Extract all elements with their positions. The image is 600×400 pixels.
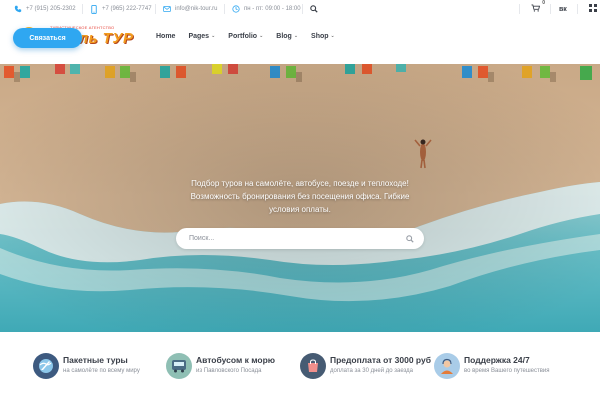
feature-text: Предоплата от 3000 руб доплата за 30 дне… — [330, 353, 431, 374]
divider — [577, 4, 578, 14]
feature-bus-to-sea[interactable]: Автобусом к морю из Павловского Посада — [166, 353, 275, 383]
feature-text: Поддержка 24/7 во время Вашего путешеств… — [464, 353, 550, 374]
feature-subtitle: на самолёте по всему миру — [63, 368, 140, 374]
phone-icon — [14, 5, 22, 13]
topbar-right: 0 вк — [519, 0, 600, 18]
feature-title: Автобусом к морю — [196, 355, 276, 365]
cart-count: 0 — [542, 0, 545, 6]
mobile-icon — [90, 4, 98, 14]
email[interactable]: info@nik-tour.ru — [163, 0, 217, 18]
nav-label: Portfolio — [228, 32, 258, 40]
hero-line-2: Возможность бронирования без посещения о… — [190, 192, 410, 201]
nav-label: Home — [156, 32, 176, 40]
feature-text: Автобусом к морю из Павловского Посада — [196, 353, 275, 374]
chevron-down-icon: ⌄ — [293, 33, 299, 39]
phone-2-text: +7 (965) 222-7747 — [102, 6, 152, 12]
globe-plane-icon — [33, 353, 59, 379]
feature-text: Пакетные туры на самолёте по всему миру — [63, 353, 140, 374]
hero-banner: Подбор туров на самолёте, автобусе, поез… — [0, 64, 600, 332]
hero-search — [176, 228, 424, 249]
feature-title: Пакетные туры — [63, 355, 128, 365]
search-icon — [310, 5, 318, 13]
nav-item-portfolio[interactable]: Portfolio ⌄ — [228, 33, 263, 40]
divider — [519, 4, 520, 14]
chevron-down-icon: ⌄ — [330, 33, 335, 39]
chevron-down-icon: ⌄ — [211, 33, 216, 39]
nav-label: Shop — [311, 32, 329, 40]
nav-label: Blog — [276, 32, 292, 40]
feature-title: Предоплата от 3000 руб — [330, 355, 431, 365]
working-hours: пн - пт: 09:00 - 18:00 — [232, 0, 301, 18]
bus-icon — [166, 353, 192, 379]
hero-line-3: условия оплаты. — [269, 205, 331, 214]
feature-prepayment[interactable]: Предоплата от 3000 руб доплата за 30 дне… — [300, 353, 431, 383]
topbar-search-button[interactable] — [310, 0, 318, 18]
support-agent-icon — [434, 353, 460, 379]
divider — [155, 4, 156, 14]
feature-title: Поддержка 24/7 — [464, 355, 530, 365]
header: ТУРИСТИЧЕСКОЕ АГЕНТСТВО Николь ТУР Home … — [0, 18, 600, 64]
divider — [302, 4, 303, 14]
contact-button[interactable]: Связаться — [13, 28, 82, 48]
nav-item-blog[interactable]: Blog ⌄ — [276, 33, 298, 40]
feature-support[interactable]: Поддержка 24/7 во время Вашего путешеств… — [434, 353, 550, 383]
phone-1[interactable]: +7 (915) 205-2302 — [14, 0, 76, 18]
envelope-icon — [163, 5, 171, 13]
feature-subtitle: из Павловского Посада — [196, 368, 262, 374]
email-text: info@nik-tour.ru — [175, 6, 218, 12]
feature-package-tours[interactable]: Пакетные туры на самолёте по всему миру — [33, 353, 140, 383]
cart-button[interactable]: 0 — [528, 0, 545, 15]
phone-2[interactable]: +7 (965) 222-7747 — [90, 0, 152, 18]
top-bar: +7 (915) 205-2302 +7 (965) 222-7747 info… — [0, 0, 600, 18]
divider — [82, 4, 83, 14]
shopping-bag-icon — [300, 353, 326, 379]
vk-icon: вк — [559, 5, 567, 13]
nav-item-home[interactable]: Home — [156, 33, 175, 40]
page: +7 (915) 205-2302 +7 (965) 222-7747 info… — [0, 0, 600, 400]
hero-text: Подбор туров на самолёте, автобусе, поез… — [150, 177, 450, 216]
cart-icon — [531, 4, 540, 14]
nav-item-shop[interactable]: Shop ⌄ — [311, 33, 335, 40]
clock-icon — [232, 5, 240, 13]
hero-line-1: Подбор туров на самолёте, автобусе, поез… — [191, 179, 409, 188]
chevron-down-icon: ⌄ — [259, 33, 264, 39]
hours-text: пн - пт: 09:00 - 18:00 — [244, 6, 301, 12]
grid-icon — [589, 4, 597, 14]
feature-subtitle: доплата за 30 дней до заезда — [330, 368, 413, 374]
feature-subtitle: во время Вашего путешествия — [464, 368, 550, 374]
menu-button[interactable] — [586, 4, 600, 14]
divider — [550, 4, 551, 14]
features-bar: Пакетные туры на самолёте по всему миру … — [0, 332, 600, 400]
vk-link[interactable]: вк — [559, 6, 569, 13]
main-nav: Home Pages ⌄ Portfolio ⌄ Blog ⌄ Shop ⌄ — [156, 18, 335, 54]
phone-1-text: +7 (915) 205-2302 — [26, 6, 76, 12]
nav-label: Pages — [188, 32, 210, 40]
search-icon[interactable] — [406, 230, 414, 248]
search-input[interactable] — [189, 235, 389, 242]
divider — [224, 4, 225, 14]
nav-item-pages[interactable]: Pages ⌄ — [188, 33, 215, 40]
